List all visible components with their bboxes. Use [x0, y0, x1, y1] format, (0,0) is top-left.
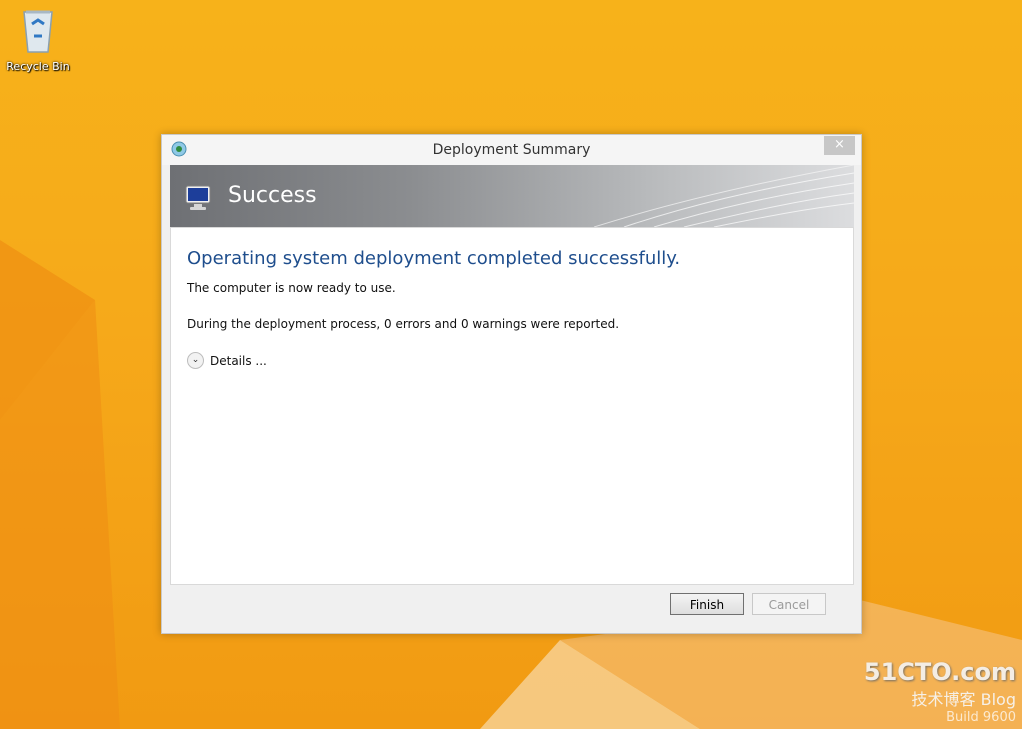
chevron-down-icon[interactable]: ⌄: [187, 352, 204, 369]
cancel-button[interactable]: Cancel: [752, 593, 826, 615]
watermark-brand: 51CTO.com: [863, 658, 1016, 686]
recycle-bin-shortcut[interactable]: Recycle Bin: [4, 6, 72, 73]
title-bar[interactable]: Deployment Summary ×: [162, 135, 861, 165]
recycle-bin-label: Recycle Bin: [6, 60, 70, 73]
watermark: 51CTO.com 技术博客 Blog Build 9600: [864, 658, 1016, 725]
watermark-subtitle: 技术博客 Blog: [911, 690, 1016, 709]
report-message: During the deployment process, 0 errors …: [187, 317, 620, 331]
window-title: Deployment Summary: [432, 142, 591, 158]
status-banner: Success: [170, 165, 854, 227]
windows-build-text: Build 9600: [946, 710, 1016, 725]
banner-swoosh-decoration: [594, 165, 854, 227]
banner-title: Success: [228, 183, 317, 208]
details-expander[interactable]: ⌄ Details ...: [187, 352, 267, 369]
deployment-summary-window: Deployment Summary × Success Operating s…: [161, 134, 862, 634]
recycle-bin-icon: [23, 10, 53, 53]
success-headline: Operating system deployment completed su…: [187, 248, 681, 269]
ready-message: The computer is now ready to use.: [187, 281, 396, 295]
button-bar: Finish Cancel: [170, 585, 852, 627]
content-panel: Operating system deployment completed su…: [170, 227, 854, 585]
details-label: Details ...: [210, 353, 267, 368]
close-button[interactable]: ×: [824, 136, 855, 155]
computer-icon: [185, 185, 211, 210]
finish-button[interactable]: Finish: [670, 593, 744, 615]
